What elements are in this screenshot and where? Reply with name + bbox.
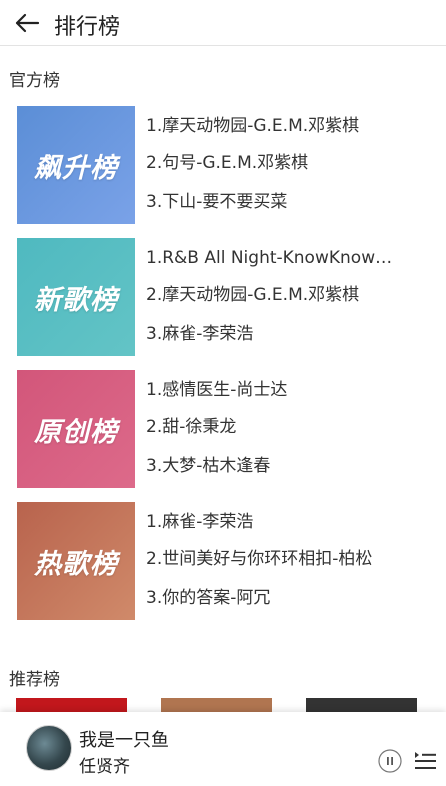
pause-icon[interactable] xyxy=(378,749,402,773)
chart-song-item: 3.麻雀-李荣浩 xyxy=(146,324,254,344)
mini-player[interactable]: 我是一只鱼 任贤齐 xyxy=(0,712,446,786)
chart-cover[interactable]: 飙升榜 xyxy=(17,106,135,224)
album-cover[interactable] xyxy=(26,725,72,771)
chart-song-item: 2.摩天动物园-G.E.M.邓紫棋 xyxy=(146,285,360,305)
arrow-left-icon[interactable] xyxy=(14,12,40,34)
chart-song-item: 3.下山-要不要买菜 xyxy=(146,192,288,212)
player-artist-name: 任贤齐 xyxy=(79,757,130,777)
chart-cover[interactable]: 新歌榜 xyxy=(17,238,135,356)
chart-card[interactable]: 新歌榜 1.R&B All Night-KnowKnow… 2.摩天动物园-G.E.… xyxy=(0,238,446,356)
page-title: 排行榜 xyxy=(54,15,121,40)
chart-song-item: 1.摩天动物园-G.E.M.邓紫棋 xyxy=(146,116,360,136)
chart-song-item: 2.句号-G.E.M.邓紫棋 xyxy=(146,153,309,173)
chart-song-item: 2.甜-徐秉龙 xyxy=(146,417,237,437)
section-title-recommended: 推荐榜 xyxy=(9,670,60,690)
chart-song-item: 3.大梦-枯木逢春 xyxy=(146,456,271,476)
chart-song-list: 1.摩天动物园-G.E.M.邓紫棋 2.句号-G.E.M.邓紫棋 3.下山-要不要买… xyxy=(146,106,406,224)
chart-song-list: 1.麻雀-李荣浩 2.世间美好与你环环相扣-柏松 3.你的答案-阿冗 xyxy=(146,502,406,620)
chart-song-item: 3.你的答案-阿冗 xyxy=(146,588,271,608)
player-song-title: 我是一只鱼 xyxy=(79,730,169,751)
chart-song-item: 2.世间美好与你环环相扣-柏松 xyxy=(146,549,373,569)
chart-cover[interactable]: 热歌榜 xyxy=(17,502,135,620)
chart-card[interactable]: 飙升榜 1.摩天动物园-G.E.M.邓紫棋 2.句号-G.E.M.邓紫棋 3.下山-要… xyxy=(0,106,446,224)
section-title-official: 官方榜 xyxy=(9,71,60,91)
chart-song-list: 1.感情医生-尚士达 2.甜-徐秉龙 3.大梦-枯木逢春 xyxy=(146,370,406,488)
top-bar: 排行榜 xyxy=(0,0,446,46)
chart-card[interactable]: 原创榜 1.感情医生-尚士达 2.甜-徐秉龙 3.大梦-枯木逢春 xyxy=(0,370,446,488)
chart-cover[interactable]: 原创榜 xyxy=(17,370,135,488)
chart-card[interactable]: 热歌榜 1.麻雀-李荣浩 2.世间美好与你环环相扣-柏松 3.你的答案-阿冗 xyxy=(0,502,446,620)
chart-song-item: 1.感情医生-尚士达 xyxy=(146,380,288,400)
chart-song-item: 1.麻雀-李荣浩 xyxy=(146,512,254,532)
playlist-icon[interactable] xyxy=(413,749,437,773)
chart-song-item: 1.R&B All Night-KnowKnow… xyxy=(146,248,393,268)
chart-song-list: 1.R&B All Night-KnowKnow… 2.摩天动物园-G.E.M.邓… xyxy=(146,238,406,356)
